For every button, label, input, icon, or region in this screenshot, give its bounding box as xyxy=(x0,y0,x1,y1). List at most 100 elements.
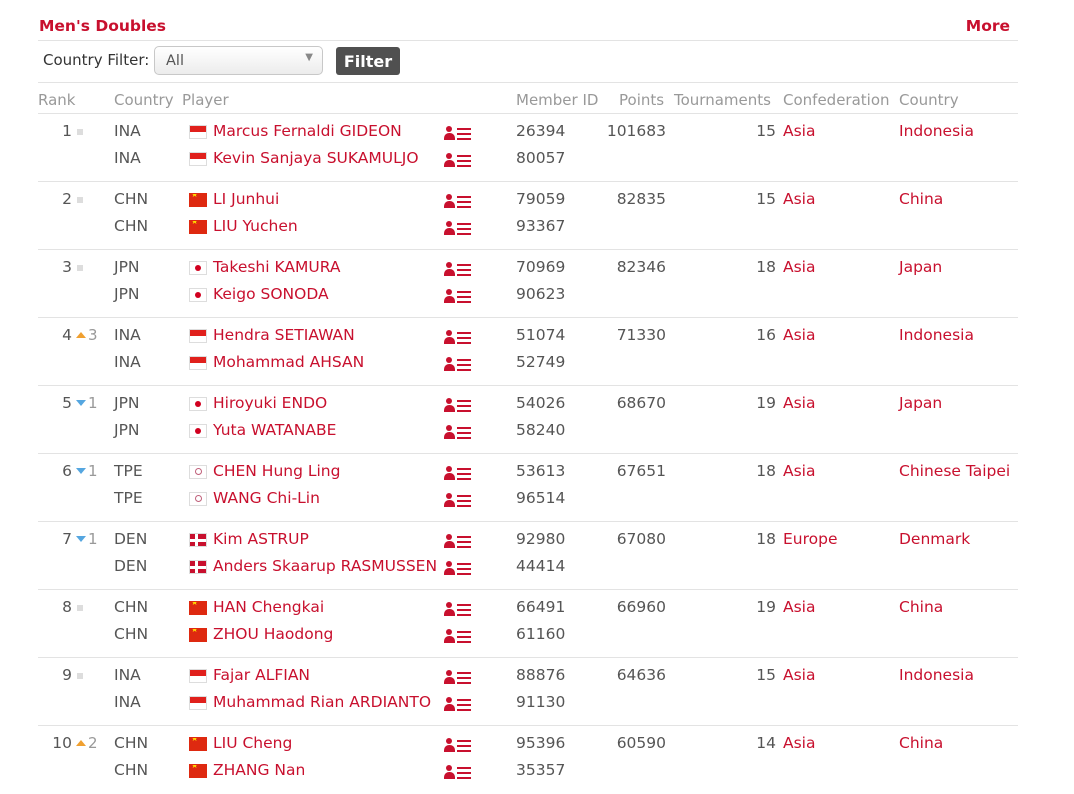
player-name-link[interactable]: Kim ASTRUP xyxy=(213,530,309,548)
player-profile-icon[interactable] xyxy=(444,126,472,142)
confederation-link[interactable]: Asia xyxy=(783,598,815,616)
player-name-link[interactable]: LI Junhui xyxy=(213,190,279,208)
player-profile-icon[interactable] xyxy=(444,153,472,169)
rank-down-indicator: 1 xyxy=(76,394,98,412)
player-profile-icon[interactable] xyxy=(444,262,472,278)
confederation-link[interactable]: Asia xyxy=(783,394,815,412)
player-profile-icon[interactable] xyxy=(444,466,472,482)
points: 64636 xyxy=(616,666,666,684)
player-name-link[interactable]: ZHANG Nan xyxy=(213,761,305,779)
confederation-link[interactable]: Europe xyxy=(783,530,838,548)
rank-number: 4 xyxy=(62,326,72,344)
no-change-icon xyxy=(77,605,83,611)
country-filter-select[interactable]: All ▼ xyxy=(154,46,323,75)
player-profile-icon[interactable] xyxy=(444,738,472,754)
player-profile-icon[interactable] xyxy=(444,425,472,441)
rank-down-indicator: 1 xyxy=(76,530,98,548)
player-name-link[interactable]: Kevin Sanjaya SUKAMULJO xyxy=(213,149,419,167)
player-name-link[interactable]: ZHOU Haodong xyxy=(213,625,333,643)
country-link[interactable]: Japan xyxy=(899,258,942,276)
player-profile-icon[interactable] xyxy=(444,670,472,686)
player-name-link[interactable]: Fajar ALFIAN xyxy=(213,666,310,684)
player-name-link[interactable]: Yuta WATANABE xyxy=(213,421,336,439)
country-code: JPN xyxy=(114,394,140,412)
player-name-link[interactable]: WANG Chi-Lin xyxy=(213,489,320,507)
rank-number: 5 xyxy=(62,394,72,412)
confederation-link[interactable]: Asia xyxy=(783,122,815,140)
country-link[interactable]: China xyxy=(899,734,943,752)
rank-number: 3 xyxy=(62,258,72,276)
player-profile-icon[interactable] xyxy=(444,602,472,618)
player-profile-icon[interactable] xyxy=(444,357,472,373)
confederation-link[interactable]: Asia xyxy=(783,326,815,344)
player-profile-icon[interactable] xyxy=(444,697,472,713)
player-profile-icon[interactable] xyxy=(444,330,472,346)
player-name-link[interactable]: Keigo SONODA xyxy=(213,285,329,303)
confederation-link[interactable]: Asia xyxy=(783,462,815,480)
member-id: 95396 xyxy=(516,734,566,752)
filter-button[interactable]: Filter xyxy=(336,47,400,75)
player-name-link[interactable]: Anders Skaarup RASMUSSEN xyxy=(213,557,437,575)
flag-icon xyxy=(189,628,207,642)
player-profile-icon[interactable] xyxy=(444,194,472,210)
player-profile-icon[interactable] xyxy=(444,534,472,550)
confederation-link[interactable]: Asia xyxy=(783,666,815,684)
player-name-link[interactable]: Muhammad Rian ARDIANTO xyxy=(213,693,431,711)
tournaments: 18 xyxy=(756,462,776,480)
more-link[interactable]: More xyxy=(966,17,1010,35)
flag-icon xyxy=(189,193,207,207)
player-name-link[interactable]: CHEN Hung Ling xyxy=(213,462,340,480)
tournaments: 14 xyxy=(756,734,776,752)
player-name-link[interactable]: LIU Yuchen xyxy=(213,217,298,235)
player-profile-icon[interactable] xyxy=(444,765,472,781)
rank-number: 7 xyxy=(62,530,72,548)
flag-icon xyxy=(189,424,207,438)
section-header: Men's Doubles More xyxy=(38,17,1018,41)
confederation-link[interactable]: Asia xyxy=(783,734,815,752)
member-id: 79059 xyxy=(516,190,566,208)
player-profile-icon[interactable] xyxy=(444,289,472,305)
country-link[interactable]: China xyxy=(899,190,943,208)
points: 82346 xyxy=(616,258,666,276)
points: 66960 xyxy=(616,598,666,616)
points: 68670 xyxy=(616,394,666,412)
player-profile-icon[interactable] xyxy=(444,561,472,577)
player-name-link[interactable]: Takeshi KAMURA xyxy=(213,258,340,276)
table-row: 7 1 DEN Kim ASTRUP 92980 DEN Anders Skaarup RA… xyxy=(38,522,1018,590)
member-id: 52749 xyxy=(516,353,566,371)
header-country: Country xyxy=(114,91,174,109)
player-name-link[interactable]: Hendra SETIAWAN xyxy=(213,326,355,344)
player-name-link[interactable]: Marcus Fernaldi GIDEON xyxy=(213,122,402,140)
divider xyxy=(38,40,1018,41)
player-profile-icon[interactable] xyxy=(444,493,472,509)
member-id: 66491 xyxy=(516,598,566,616)
flag-icon xyxy=(189,261,207,275)
arrow-down-icon xyxy=(76,468,86,474)
table-row: 6 1 TPE CHEN Hung Ling 53613 TPE WANG Chi-Lin 9… xyxy=(38,454,1018,522)
tournaments: 18 xyxy=(756,530,776,548)
rank-change: 2 xyxy=(88,734,98,752)
country-link[interactable]: Indonesia xyxy=(899,122,974,140)
country-link[interactable]: Indonesia xyxy=(899,326,974,344)
player-name-link[interactable]: Mohammad AHSAN xyxy=(213,353,364,371)
rank-number: 6 xyxy=(62,462,72,480)
player-name-link[interactable]: Hiroyuki ENDO xyxy=(213,394,327,412)
points: 82835 xyxy=(616,190,666,208)
confederation-link[interactable]: Asia xyxy=(783,258,815,276)
arrow-up-icon xyxy=(76,740,86,746)
player-name-link[interactable]: LIU Cheng xyxy=(213,734,292,752)
country-link[interactable]: Indonesia xyxy=(899,666,974,684)
country-code: JPN xyxy=(114,258,140,276)
member-id: 80057 xyxy=(516,149,566,167)
flag-icon xyxy=(189,764,207,778)
country-link[interactable]: Chinese Taipei xyxy=(899,462,1010,480)
confederation-link[interactable]: Asia xyxy=(783,190,815,208)
player-profile-icon[interactable] xyxy=(444,398,472,414)
country-link[interactable]: Denmark xyxy=(899,530,970,548)
player-profile-icon[interactable] xyxy=(444,629,472,645)
country-code: INA xyxy=(114,353,141,371)
country-link[interactable]: China xyxy=(899,598,943,616)
player-name-link[interactable]: HAN Chengkai xyxy=(213,598,324,616)
player-profile-icon[interactable] xyxy=(444,221,472,237)
country-link[interactable]: Japan xyxy=(899,394,942,412)
